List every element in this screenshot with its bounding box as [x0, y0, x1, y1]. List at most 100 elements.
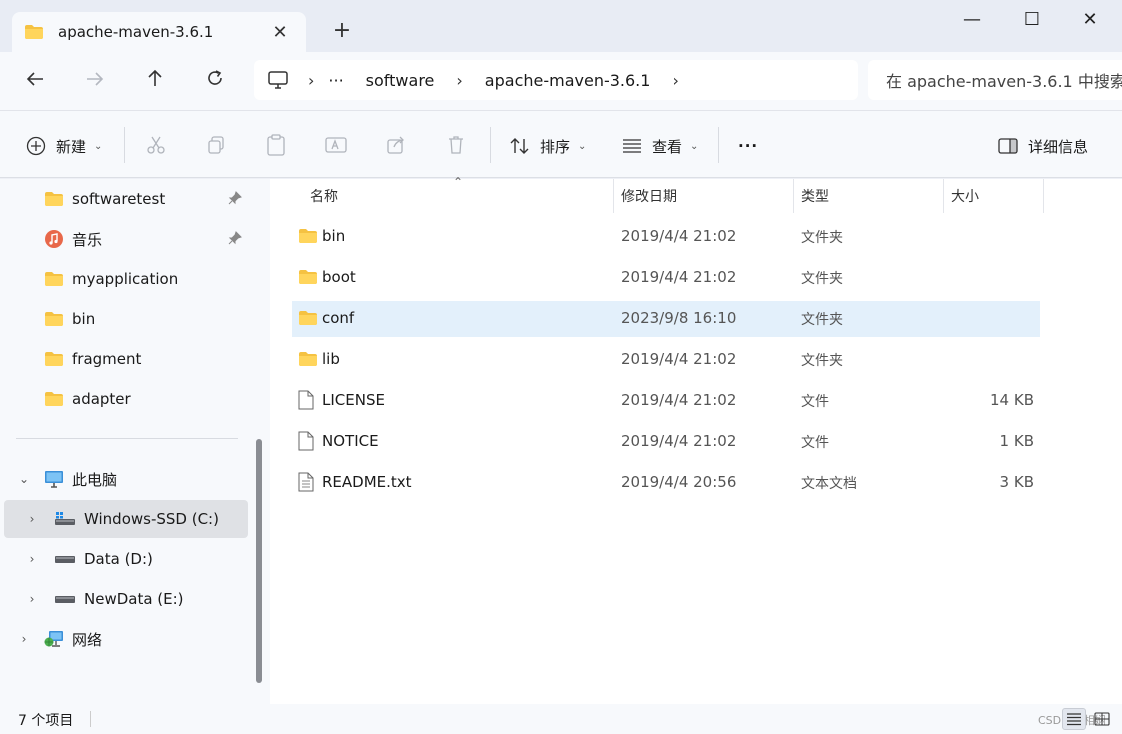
- new-button[interactable]: 新建 ⌄: [26, 133, 102, 159]
- column-header-modified[interactable]: 修改日期: [621, 179, 677, 213]
- folder-icon: [25, 25, 43, 39]
- arrow-up-icon: [148, 69, 162, 86]
- copy-button[interactable]: [204, 133, 228, 157]
- chevron-right-icon[interactable]: ›: [16, 632, 32, 646]
- pin-icon[interactable]: [228, 191, 242, 205]
- sidebar-item-softwaretest[interactable]: softwaretest: [4, 180, 248, 218]
- file-row-notice[interactable]: NOTICE 2019/4/4 21:02 文件 1 KB: [292, 424, 1040, 460]
- file-name: LICENSE: [322, 391, 385, 409]
- chevron-right-icon[interactable]: ›: [24, 592, 40, 606]
- sidebar-item-drive-c[interactable]: › Windows-SSD (C:): [4, 500, 248, 538]
- column-header-name[interactable]: 名称: [310, 179, 338, 213]
- sidebar-item-drive-d[interactable]: › Data (D:): [4, 540, 248, 578]
- title-bar: apache-maven-3.6.1 ✕ + — ☐ ✕: [0, 0, 1122, 52]
- chevron-right-icon[interactable]: ›: [24, 512, 40, 526]
- file-row-conf[interactable]: conf 2023/9/8 16:10 文件夹: [292, 301, 1040, 337]
- file-date: 2019/4/4 21:02: [621, 432, 737, 450]
- file-type: 文件: [801, 435, 829, 451]
- sidebar-item-label: softwaretest: [72, 190, 166, 208]
- sidebar-item-this-pc[interactable]: ⌄ 此电脑: [4, 460, 248, 498]
- column-separator[interactable]: [1043, 179, 1044, 213]
- folder-icon: [45, 392, 63, 406]
- column-separator[interactable]: [793, 179, 794, 213]
- file-row-license[interactable]: LICENSE 2019/4/4 21:02 文件 14 KB: [292, 383, 1040, 419]
- column-separator[interactable]: [943, 179, 944, 213]
- chevron-right-icon[interactable]: ›: [672, 71, 678, 90]
- rename-icon: [325, 137, 347, 153]
- minimize-button[interactable]: —: [952, 8, 992, 32]
- sidebar-scrollbar[interactable]: [256, 439, 262, 683]
- folder-icon: [299, 352, 317, 366]
- tab-apache-maven[interactable]: apache-maven-3.6.1 ✕: [12, 12, 306, 52]
- rename-button[interactable]: [324, 133, 348, 157]
- sidebar-item-network[interactable]: › 网络: [4, 620, 248, 658]
- paste-button[interactable]: [264, 133, 288, 157]
- sidebar-item-adapter[interactable]: adapter: [4, 380, 248, 418]
- sidebar-item-music[interactable]: 音乐: [4, 220, 248, 258]
- details-button[interactable]: 详细信息: [998, 133, 1088, 159]
- delete-button[interactable]: [444, 133, 468, 157]
- sidebar-item-bin[interactable]: bin: [4, 300, 248, 338]
- item-count: 7 个项目: [18, 713, 74, 729]
- sort-label: 排序: [540, 137, 571, 156]
- tab-close-icon[interactable]: ✕: [268, 22, 292, 43]
- close-window-button[interactable]: ✕: [1070, 8, 1110, 32]
- share-button[interactable]: [384, 133, 408, 157]
- column-header-type[interactable]: 类型: [801, 179, 829, 213]
- scissors-icon: [147, 136, 165, 154]
- chevron-down-icon: ⌄: [578, 140, 587, 152]
- file-type: 文件夹: [801, 353, 843, 369]
- chevron-right-icon[interactable]: ›: [24, 552, 40, 566]
- sort-button[interactable]: 排序 ⌄: [510, 133, 586, 159]
- file-name: boot: [322, 268, 356, 286]
- sidebar-item-label: 音乐: [72, 230, 103, 249]
- breadcrumb-overflow[interactable]: ···: [328, 71, 343, 90]
- tiles-view-button[interactable]: [1090, 708, 1114, 730]
- new-label: 新建: [56, 137, 87, 156]
- view-button[interactable]: 查看 ⌄: [622, 133, 698, 159]
- cut-button[interactable]: [144, 133, 168, 157]
- chevron-down-icon: ⌄: [690, 140, 699, 152]
- file-name: bin: [322, 227, 346, 245]
- refresh-button[interactable]: [200, 67, 230, 95]
- sidebar-item-fragment[interactable]: fragment: [4, 340, 248, 378]
- chevron-right-icon[interactable]: ›: [308, 71, 314, 90]
- file-row-bin[interactable]: bin 2019/4/4 21:02 文件夹: [292, 219, 1040, 255]
- breadcrumb-apache-maven[interactable]: apache-maven-3.6.1: [485, 71, 651, 90]
- breadcrumb-software[interactable]: software: [366, 71, 435, 90]
- file-date: 2019/4/4 20:56: [621, 473, 737, 491]
- sidebar-item-drive-e[interactable]: › NewData (E:): [4, 580, 248, 618]
- details-view-button[interactable]: [1062, 708, 1086, 730]
- file-type: 文件夹: [801, 230, 843, 246]
- new-tab-button[interactable]: +: [330, 19, 354, 43]
- more-options-button[interactable]: ···: [738, 133, 758, 159]
- address-bar[interactable]: › ··· software › apache-maven-3.6.1 ›: [254, 60, 858, 100]
- file-name: NOTICE: [322, 432, 379, 450]
- file-row-boot[interactable]: boot 2019/4/4 21:02 文件夹: [292, 260, 1040, 296]
- file-row-readme[interactable]: README.txt 2019/4/4 20:56 文本文档 3 KB: [292, 465, 1040, 501]
- pin-icon[interactable]: [228, 231, 242, 245]
- sidebar-item-label: 网络: [72, 630, 103, 649]
- file-size: 1 KB: [999, 432, 1034, 450]
- column-separator[interactable]: [613, 179, 614, 213]
- chevron-right-icon[interactable]: ›: [456, 71, 462, 90]
- maximize-button[interactable]: ☐: [1012, 8, 1052, 32]
- column-header-size[interactable]: 大小: [951, 179, 979, 213]
- back-button[interactable]: [20, 67, 50, 95]
- sidebar-item-myapplication[interactable]: myapplication: [4, 260, 248, 298]
- file-icon: [298, 390, 314, 410]
- sidebar-item-label: NewData (E:): [84, 590, 184, 608]
- status-divider: [90, 711, 91, 727]
- network-icon: [44, 631, 63, 647]
- view-label: 查看: [652, 137, 683, 156]
- forward-button[interactable]: [80, 67, 110, 95]
- chevron-down-icon[interactable]: ⌄: [16, 472, 32, 486]
- folder-icon: [45, 352, 63, 366]
- up-button[interactable]: [140, 67, 170, 95]
- search-input[interactable]: 在 apache-maven-3.6.1 中搜索: [868, 60, 1122, 100]
- arrow-right-icon: [87, 72, 104, 86]
- file-row-lib[interactable]: lib 2019/4/4 21:02 文件夹: [292, 342, 1040, 378]
- monitor-icon: [45, 471, 63, 488]
- file-type: 文件夹: [801, 271, 843, 287]
- sidebar-item-label: bin: [72, 310, 96, 328]
